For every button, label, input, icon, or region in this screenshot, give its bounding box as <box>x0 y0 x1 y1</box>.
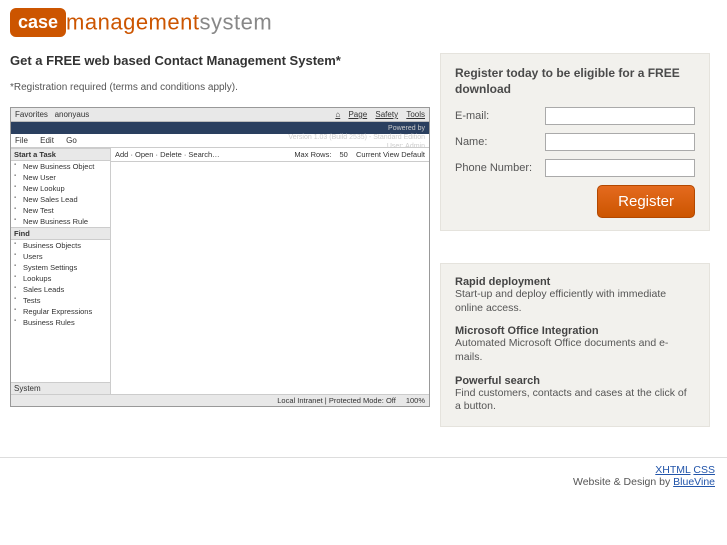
xhtml-link[interactable]: XHTML <box>655 464 690 476</box>
email-field[interactable] <box>545 107 695 125</box>
feature-title: Microsoft Office Integration <box>455 325 695 337</box>
browser-statusbar: Local Intranet | Protected Mode: Off 100… <box>11 394 429 406</box>
logo-mark: case <box>10 8 66 37</box>
phone-field[interactable] <box>545 159 695 177</box>
page-headline: Get a FREE web based Contact Management … <box>10 53 428 68</box>
feature-desc: Automated Microsoft Office documents and… <box>455 337 695 364</box>
feature-desc: Find customers, contacts and cases at th… <box>455 387 695 414</box>
browser-home-icon: ⌂ <box>335 110 340 119</box>
register-title: Register today to be eligible for a FREE… <box>455 66 695 97</box>
css-link[interactable]: CSS <box>693 464 715 476</box>
register-button[interactable]: Register <box>597 185 695 218</box>
page-tab: anonyaus <box>55 110 90 119</box>
phone-label: Phone Number: <box>455 162 545 174</box>
email-label: E-mail: <box>455 110 545 122</box>
bluevine-link[interactable]: BlueVine <box>673 476 715 488</box>
app-sidebar: Start a Task New Business Object New Use… <box>11 148 111 394</box>
left-column: Get a FREE web based Contact Management … <box>10 41 440 407</box>
name-field[interactable] <box>545 133 695 151</box>
logo: casemanagementsystem <box>0 0 727 41</box>
registration-note: *Registration required (terms and condit… <box>10 82 428 93</box>
feature-desc: Start-up and deploy efficiently with imm… <box>455 288 695 315</box>
name-label: Name: <box>455 136 545 148</box>
feature-title: Rapid deployment <box>455 276 695 288</box>
app-content: Add · Open · Delete · Search… Max Rows: … <box>111 148 429 394</box>
features-panel: Rapid deployment Start-up and deploy eff… <box>440 263 710 427</box>
app-header: Powered by Version 1.03 (Build 2535) - S… <box>11 122 429 134</box>
footer: XHTML CSS Website & Design by BlueVine <box>0 457 727 488</box>
feature-title: Powerful search <box>455 375 695 387</box>
right-column: Register today to be eligible for a FREE… <box>440 41 710 427</box>
register-panel: Register today to be eligible for a FREE… <box>440 53 710 231</box>
browser-toolbar: Favorites anonyaus ⌂ Page Safety Tools <box>11 108 429 122</box>
footer-credit: Website & Design by <box>573 476 673 488</box>
favorites-tab: Favorites <box>15 110 48 119</box>
product-screenshot: Favorites anonyaus ⌂ Page Safety Tools P… <box>10 107 430 407</box>
